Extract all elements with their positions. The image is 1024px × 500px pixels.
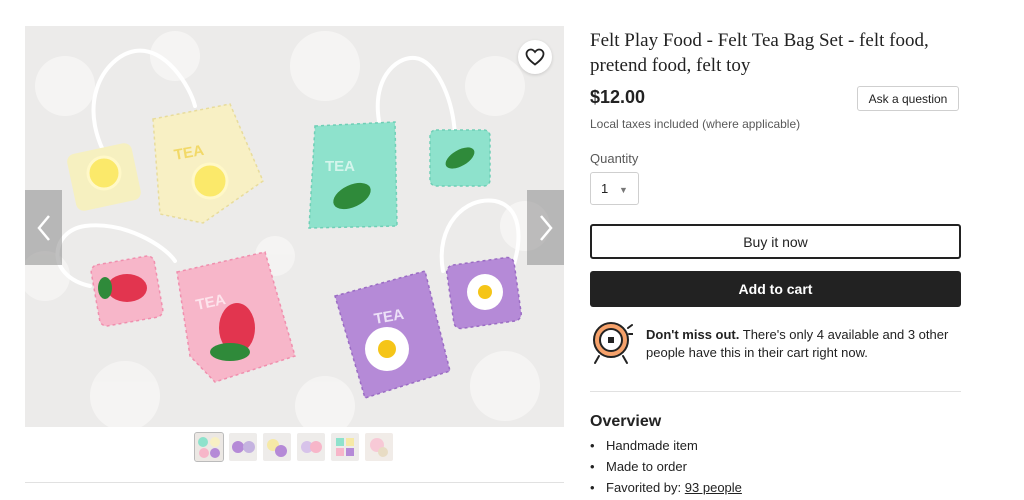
favorite-button[interactable] <box>518 40 552 74</box>
heart-icon <box>525 48 545 66</box>
listing-price: $12.00 <box>590 87 646 107</box>
bullet: • <box>590 438 595 453</box>
overview-title: Overview <box>590 413 662 430</box>
quantity-value: 1 <box>601 181 609 196</box>
favorited-label: Favorited by: <box>606 480 682 495</box>
notice-emphasis: Don't miss out. <box>646 327 740 342</box>
list-item: • Favorited by: 93 people <box>590 477 742 498</box>
ask-question-button[interactable]: Ask a question <box>857 86 959 111</box>
alarm-clock-icon <box>593 322 633 364</box>
quantity-label: Quantity <box>590 151 639 166</box>
thumbnail[interactable] <box>331 433 359 461</box>
image-gallery: TEA TEA TEA TEA <box>25 26 564 427</box>
list-item: • Made to order <box>590 456 742 477</box>
thumbnail[interactable] <box>365 433 393 461</box>
previous-image-button[interactable] <box>25 190 62 265</box>
overview-list: • Handmade item • Made to order • Favorited… <box>590 435 742 498</box>
quantity-select[interactable]: 1 ▼ <box>590 172 639 205</box>
svg-text:TEA: TEA <box>325 158 355 175</box>
thumbnail[interactable] <box>229 433 257 461</box>
thumbnail[interactable] <box>263 433 291 461</box>
chevron-right-icon <box>539 214 553 241</box>
buy-now-button[interactable]: Buy it now <box>590 224 961 259</box>
favorited-link[interactable]: 93 people <box>685 477 742 498</box>
divider <box>590 391 961 392</box>
add-to-cart-button[interactable]: Add to cart <box>590 271 961 307</box>
list-item: • Handmade item <box>590 435 742 456</box>
overview-item: Made to order <box>606 459 687 474</box>
divider <box>25 482 564 483</box>
overview-item: Handmade item <box>606 438 698 453</box>
chevron-down-icon: ▼ <box>619 185 628 195</box>
taxes-note: Local taxes included (where applicable) <box>590 117 801 131</box>
thumbnail[interactable] <box>297 433 325 461</box>
chevron-left-icon <box>36 214 50 241</box>
thumbnail-strip <box>194 432 393 462</box>
bullet: • <box>590 480 595 495</box>
listing-title: Felt Play Food - Felt Tea Bag Set - felt… <box>590 30 929 76</box>
thumbnail[interactable] <box>194 432 224 462</box>
bullet: • <box>590 459 595 474</box>
scarcity-notice: Don't miss out. There's only 4 available… <box>646 326 958 362</box>
next-image-button[interactable] <box>527 190 564 265</box>
product-photo: TEA TEA TEA TEA <box>25 26 564 427</box>
